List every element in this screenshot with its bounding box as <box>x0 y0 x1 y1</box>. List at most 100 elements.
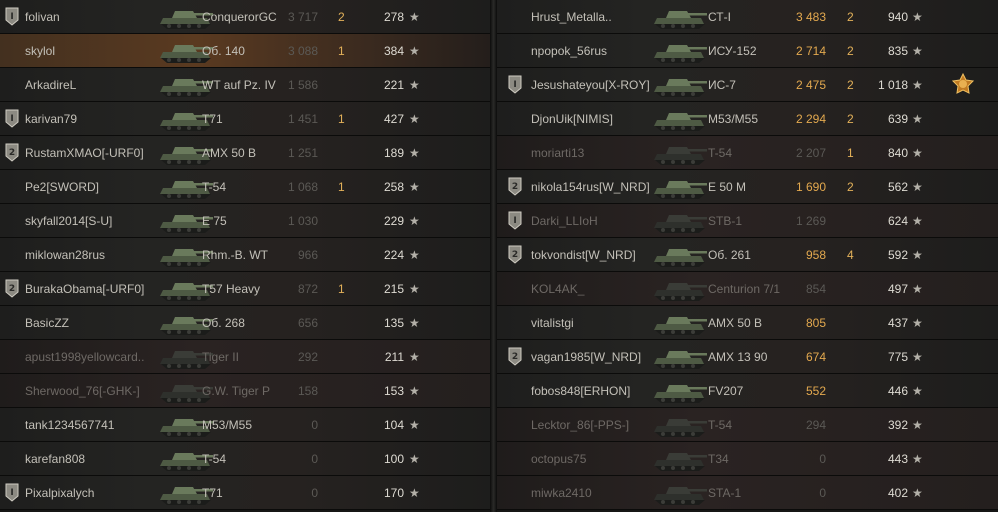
xp-value: 258 <box>383 180 404 194</box>
player-row[interactable]: tank1234567741 M53/M55 0 104 ★ <box>0 408 490 442</box>
player-name: karivan79 <box>25 112 78 126</box>
player-row[interactable]: miwka2410 STA-1 0 402 ★ <box>497 476 998 510</box>
star-icon: ★ <box>409 418 420 432</box>
player-row[interactable]: skylol Об. 140 3 088 1 384 ★ <box>0 34 490 68</box>
player-row[interactable]: moriarti13 T-54 2 207 1 840 ★ <box>497 136 998 170</box>
xp-value: 940 <box>887 10 908 24</box>
frags-value: 1 <box>338 112 345 126</box>
player-row[interactable]: ArkadireL WT auf Pz. IV 1 586 221 ★ <box>0 68 490 102</box>
damage-value: 1 586 <box>287 78 318 92</box>
vehicle-name: ИСУ-152 <box>708 44 757 58</box>
star-icon: ★ <box>409 452 420 466</box>
player-row[interactable]: BasicZZ Об. 268 656 135 ★ <box>0 306 490 340</box>
player-row[interactable]: Ifolivan ConquerorGC 3 717 2 278 ★ <box>0 0 490 34</box>
player-name: ArkadireL <box>25 78 77 92</box>
frags-value: 2 <box>847 78 854 92</box>
right-team-list: Hrust_Metalla.. СТ-I 3 483 2 940 ★ npopok_56ru… <box>497 0 998 512</box>
player-row[interactable]: skyfall2014[S-U] E 75 1 030 229 ★ <box>0 204 490 238</box>
player-row[interactable]: Pe2[SWORD] T-54 1 068 1 258 ★ <box>0 170 490 204</box>
player-row[interactable]: octopus75 T34 0 443 ★ <box>497 442 998 476</box>
vehicle-name: Об. 140 <box>202 44 245 58</box>
player-name: Hrust_Metalla.. <box>531 10 612 24</box>
damage-value: 1 690 <box>795 180 826 194</box>
damage-value: 2 714 <box>795 44 826 58</box>
damage-value: 1 068 <box>287 180 318 194</box>
player-row[interactable]: 2 RustamXMAO[-URF0] AMX 50 B 1 251 189 ★ <box>0 136 490 170</box>
xp-value: 840 <box>887 146 908 160</box>
xp-value: 497 <box>887 282 908 296</box>
xp-value: 221 <box>383 78 404 92</box>
xp-value: 384 <box>383 44 404 58</box>
player-name: Darki_LLIoH <box>531 214 598 228</box>
player-row[interactable]: karefan808 T-54 0 100 ★ <box>0 442 490 476</box>
player-row[interactable]: I Darki_LLIoH STB-1 1 269 624 ★ <box>497 204 998 238</box>
tank-icon <box>649 342 709 372</box>
player-row[interactable]: Sherwood_76[-GHK-] G.W. Tiger P 158 153 ★ <box>0 374 490 408</box>
star-icon: ★ <box>912 180 923 194</box>
rank-badge-icon: 2 <box>508 245 522 264</box>
player-row[interactable]: 2 nikola154rus[W_NRD] E 50 M 1 690 2 562 ★ <box>497 170 998 204</box>
player-name: nikola154rus[W_NRD] <box>531 180 650 194</box>
player-row[interactable]: Hrust_Metalla.. СТ-I 3 483 2 940 ★ <box>497 0 998 34</box>
player-row[interactable]: 2 vagan1985[W_NRD] AMX 13 90 674 775 ★ <box>497 340 998 374</box>
star-icon: ★ <box>912 418 923 432</box>
star-icon: ★ <box>409 384 420 398</box>
vehicle-name: AMX 50 B <box>708 316 763 330</box>
vehicle-name: Tiger II <box>202 350 239 364</box>
frags-value: 1 <box>847 146 854 160</box>
star-icon: ★ <box>409 112 420 126</box>
player-row[interactable]: DjonUik[NIMIS] M53/M55 2 294 2 639 ★ <box>497 102 998 136</box>
damage-value: 0 <box>311 418 318 432</box>
damage-value: 1 269 <box>795 214 826 228</box>
medal-icon[interactable] <box>952 73 974 97</box>
xp-value: 592 <box>887 248 908 262</box>
star-icon: ★ <box>912 384 923 398</box>
xp-value: 135 <box>383 316 404 330</box>
xp-value: 624 <box>887 214 908 228</box>
xp-value: 775 <box>887 350 908 364</box>
star-icon: ★ <box>912 486 923 500</box>
player-row[interactable]: Lecktor_86[-PPS-] T-54 294 392 ★ <box>497 408 998 442</box>
tank-icon <box>649 2 709 32</box>
xp-value: 443 <box>887 452 908 466</box>
player-row[interactable]: I Jesushateyou[X-ROY] ИС-7 2 475 2 1 018 ★ <box>497 68 998 102</box>
player-name: Sherwood_76[-GHK-] <box>25 384 140 398</box>
star-icon: ★ <box>409 146 420 160</box>
player-name: skyfall2014[S-U] <box>25 214 113 228</box>
damage-value: 958 <box>805 248 826 262</box>
vehicle-name: СТ-I <box>708 10 731 24</box>
star-icon: ★ <box>409 180 420 194</box>
player-name: Jesushateyou[X-ROY] <box>531 78 650 92</box>
player-row[interactable]: vitalistgi AMX 50 B 805 437 ★ <box>497 306 998 340</box>
star-icon: ★ <box>409 78 420 92</box>
damage-value: 1 030 <box>287 214 318 228</box>
xp-value: 104 <box>383 418 404 432</box>
damage-value: 1 251 <box>287 146 318 160</box>
vehicle-name: E 50 M <box>708 180 747 194</box>
svg-text:I: I <box>10 114 13 124</box>
player-row[interactable]: npopok_56rus ИСУ-152 2 714 2 835 ★ <box>497 34 998 68</box>
vehicle-name: T71 <box>202 112 223 126</box>
player-row[interactable]: Ikarivan79 T71 1 451 1 427 ★ <box>0 102 490 136</box>
svg-text:2: 2 <box>512 182 518 192</box>
player-row[interactable]: fobos848[ERHON] FV207 552 446 ★ <box>497 374 998 408</box>
star-icon: ★ <box>912 214 923 228</box>
player-row[interactable]: apust1998yellowcard.. Tiger II 292 211 ★ <box>0 340 490 374</box>
player-name: fobos848[ERHON] <box>531 384 631 398</box>
frags-value: 2 <box>847 10 854 24</box>
damage-value: 3 483 <box>795 10 826 24</box>
player-name: tank1234567741 <box>25 418 115 432</box>
player-row[interactable]: I Pixalpixalych T71 0 170 ★ <box>0 476 490 510</box>
player-row[interactable]: 2 BurakaObama[-URF0] T57 Heavy 872 1 215 ★ <box>0 272 490 306</box>
vehicle-name: T-54 <box>202 180 227 194</box>
vehicle-name: T57 Heavy <box>202 282 261 296</box>
player-row[interactable]: miklowan28rus Rhm.-B. WT 966 224 ★ <box>0 238 490 272</box>
player-row[interactable]: 2 tokvondist[W_NRD] Об. 261 958 4 592 ★ <box>497 238 998 272</box>
vehicle-name: M53/M55 <box>202 418 253 432</box>
svg-text:2: 2 <box>9 284 15 294</box>
rank-badge-icon: 2 <box>5 279 19 298</box>
player-name: apust1998yellowcard.. <box>25 350 145 364</box>
player-row[interactable]: KOL4AK_ Centurion 7/1 854 497 ★ <box>497 272 998 306</box>
player-name: octopus75 <box>531 452 587 466</box>
player-name: BurakaObama[-URF0] <box>25 282 145 296</box>
